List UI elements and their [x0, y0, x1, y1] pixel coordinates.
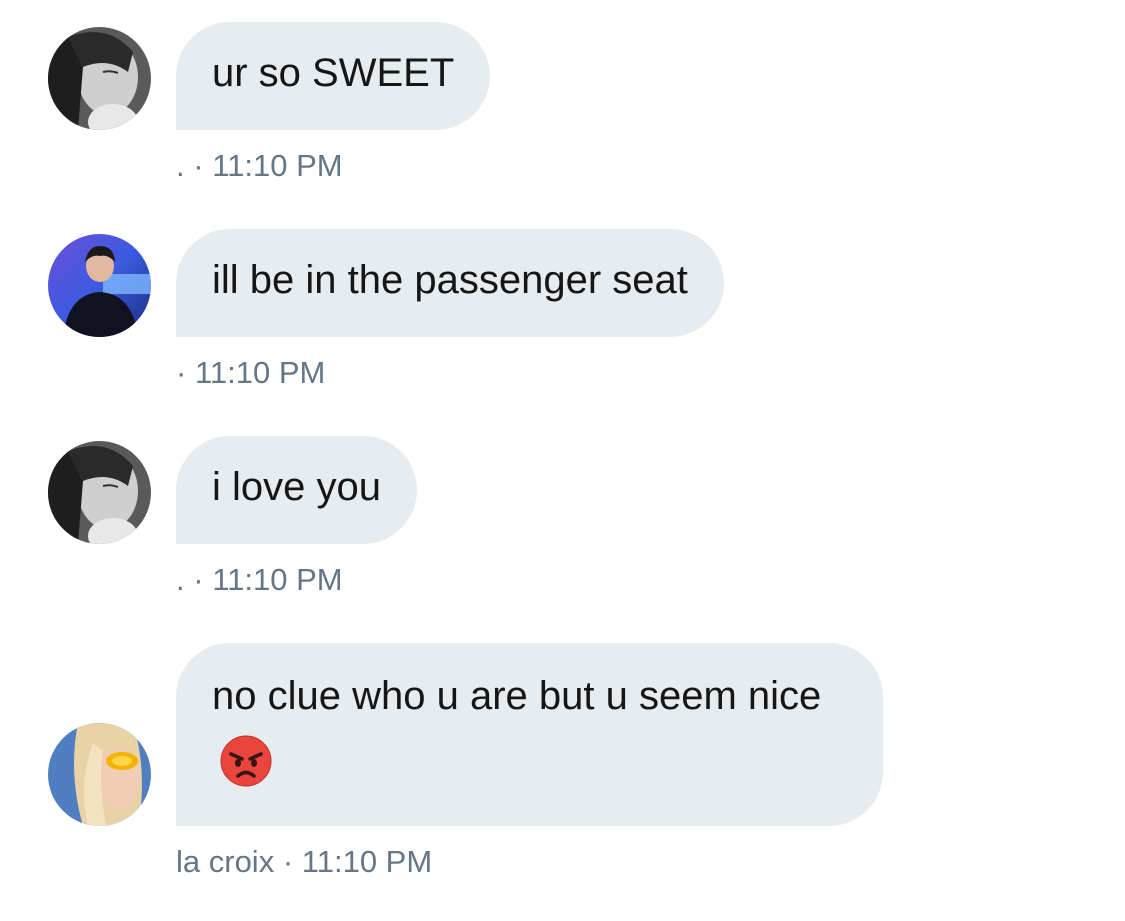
message-text: ill be in the passenger seat — [212, 258, 688, 302]
concert-stage-avatar-icon — [48, 234, 151, 337]
avatar[interactable] — [48, 723, 151, 826]
timestamp: 11:10 PM — [194, 355, 326, 390]
timestamp: 11:10 PM — [212, 562, 343, 597]
sender-name[interactable]: . — [176, 148, 185, 183]
avatar[interactable] — [48, 234, 151, 337]
grayscale-portrait-avatar-icon — [48, 27, 151, 130]
meta-separator: · — [176, 355, 187, 390]
meta-separator: · — [193, 148, 204, 183]
message-bubble[interactable]: ill be in the passenger seat — [176, 229, 724, 337]
message-meta: . · 11:10 PM — [176, 560, 343, 600]
message-bubble[interactable]: ur so SWEET — [176, 22, 491, 130]
message-text: ur so SWEET — [212, 51, 455, 95]
meta-separator: · — [193, 562, 204, 597]
message-text: i love you — [212, 465, 381, 509]
angry-face-emoji-icon — [220, 735, 272, 787]
meta-separator: · — [282, 844, 294, 879]
sender-name[interactable]: . — [176, 562, 185, 597]
blonde-sunglasses-avatar-icon — [48, 723, 151, 826]
message-meta: . · 11:10 PM — [176, 146, 343, 186]
message-bubble[interactable]: no clue who u are but u seem nice — [176, 643, 883, 826]
message-meta: · 11:10 PM — [176, 353, 325, 393]
avatar[interactable] — [48, 441, 151, 544]
avatar[interactable] — [48, 27, 151, 130]
message-meta: la croix · 11:10 PM — [176, 842, 432, 882]
sender-name[interactable]: la croix — [176, 844, 274, 879]
message-text: no clue who u are but u seem nice — [212, 674, 822, 718]
grayscale-portrait-avatar-icon — [48, 441, 151, 544]
message-bubble[interactable]: i love you — [176, 436, 417, 544]
timestamp: 11:10 PM — [212, 148, 343, 183]
timestamp: 11:10 PM — [301, 844, 433, 879]
